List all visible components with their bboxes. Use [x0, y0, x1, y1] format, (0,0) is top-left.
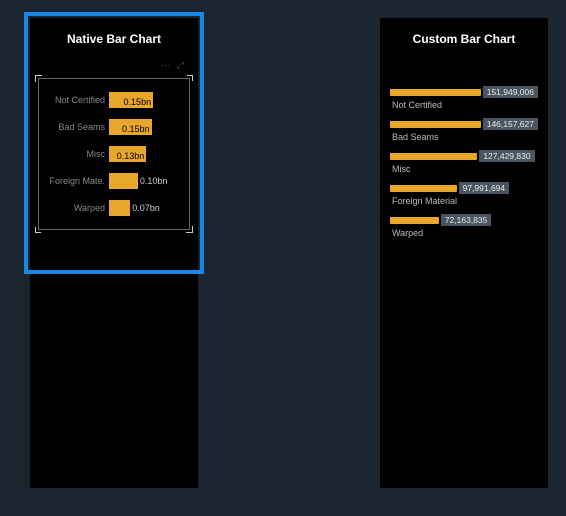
custom-bar — [390, 217, 439, 224]
custom-bar — [390, 121, 481, 128]
custom-value: 146,157,627 — [483, 118, 538, 130]
native-row-label: Bad Seams — [43, 122, 109, 132]
native-bar — [109, 173, 138, 189]
native-bar: 0.15bn — [109, 92, 153, 108]
native-row: Warped 0.07bn — [43, 196, 185, 220]
custom-value: 72,163,835 — [441, 214, 492, 226]
custom-row: 146,157,627 Bad Seams — [390, 118, 538, 142]
custom-bar — [390, 153, 477, 160]
native-row-label: Foreign Mate. — [43, 176, 109, 186]
native-row-label: Warped — [43, 203, 109, 213]
native-row-label: Not Certified — [43, 95, 109, 105]
custom-row: 72,163,835 Warped — [390, 214, 538, 238]
native-bar: 0.13bn — [109, 146, 146, 162]
native-toolbar[interactable]: ⋯ ⤢ — [36, 60, 192, 78]
native-row: Not Certified 0.15bn — [43, 88, 185, 112]
custom-bar — [390, 185, 457, 192]
native-row: Bad Seams 0.15bn — [43, 115, 185, 139]
custom-row: 151,949,006 Not Certified — [390, 86, 538, 110]
custom-row-label: Not Certified — [390, 100, 538, 110]
custom-chart-title: Custom Bar Chart — [380, 18, 548, 56]
native-bar: 0.15bn — [109, 119, 152, 135]
custom-row: 127,429,830 Misc — [390, 150, 538, 174]
custom-row-label: Bad Seams — [390, 132, 538, 142]
custom-chart-area: 151,949,006 Not Certified 146,157,627 Ba… — [380, 56, 548, 250]
custom-value: 127,429,830 — [479, 150, 534, 162]
custom-chart-panel[interactable]: Custom Bar Chart 151,949,006 Not Certifi… — [380, 18, 548, 488]
native-row: Misc 0.13bn — [43, 142, 185, 166]
custom-value: 151,949,006 — [483, 86, 538, 98]
native-value: 0.10bn — [140, 176, 168, 186]
native-value: 0.15bn — [122, 124, 150, 134]
native-row-label: Misc — [43, 149, 109, 159]
native-plot: Not Certified 0.15bn Bad Seams 0.15bn Mi… — [38, 78, 190, 230]
custom-bar — [390, 89, 481, 96]
custom-row: 97,991,694 Foreign Material — [390, 182, 538, 206]
native-chart-panel[interactable]: Native Bar Chart ⋯ ⤢ Not Certified 0.15b… — [30, 18, 198, 488]
native-chart-title: Native Bar Chart — [30, 18, 198, 56]
native-value: 0.13bn — [117, 151, 145, 161]
native-chart-area: ⋯ ⤢ Not Certified 0.15bn Bad Seams 0.15b… — [30, 56, 198, 234]
native-row: Foreign Mate. 0.10bn — [43, 169, 185, 193]
native-value: 0.15bn — [124, 97, 152, 107]
custom-row-label: Warped — [390, 228, 538, 238]
custom-row-label: Foreign Material — [390, 196, 538, 206]
native-bar — [109, 200, 130, 216]
custom-value: 97,991,694 — [459, 182, 510, 194]
native-value: 0.07bn — [132, 203, 160, 213]
custom-row-label: Misc — [390, 164, 538, 174]
